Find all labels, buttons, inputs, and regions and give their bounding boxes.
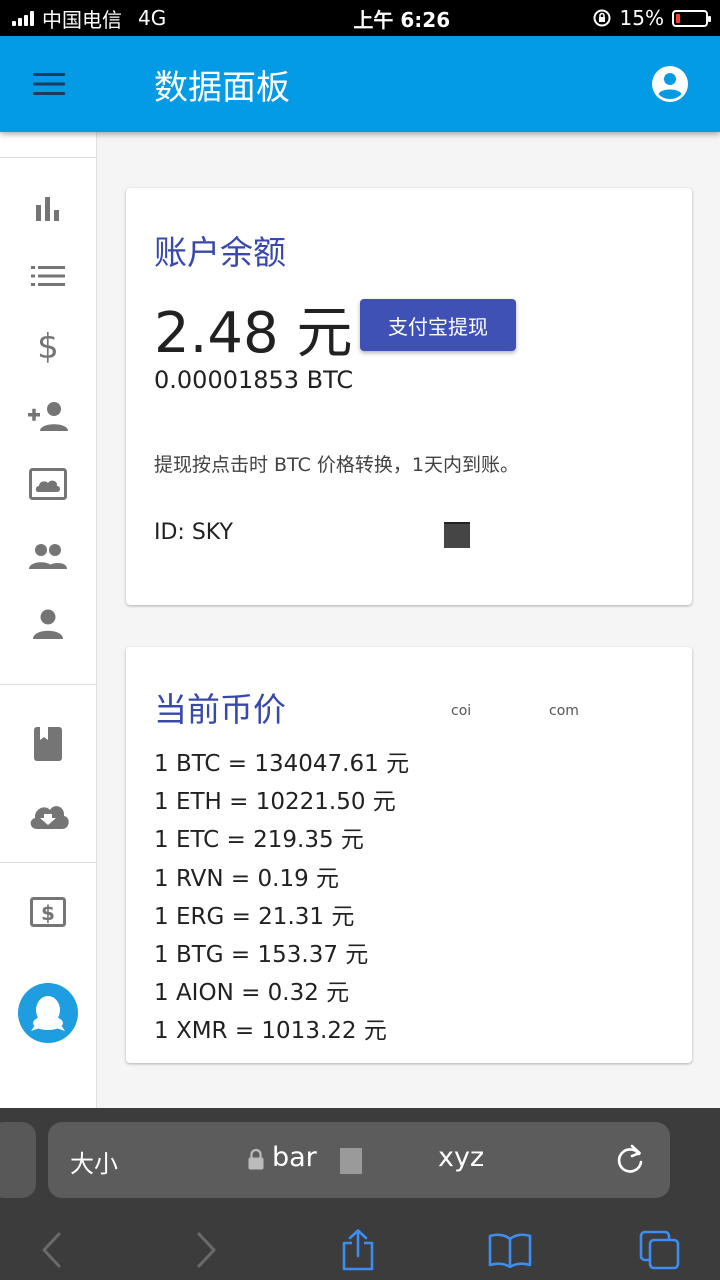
price-item: 1 RVN = 0.19 元 (154, 865, 340, 892)
nav-item-invite[interactable] (0, 386, 96, 446)
nav-drawer: $ $ (0, 132, 97, 1108)
status-bar: 中国电信 4G 上午 6:26 15% (0, 0, 720, 36)
nav-item-withdraw[interactable]: $ (0, 882, 96, 942)
qq-contact-button[interactable] (18, 983, 78, 1043)
battery-percent: 15% (619, 6, 664, 30)
page-title: 数据面板 (154, 67, 290, 108)
list-icon (31, 266, 65, 286)
redaction (234, 516, 430, 550)
account-id: ID: SKY (154, 520, 233, 545)
price-card: 当前币价 coi com 1 BTC = 134047.61 元 1 ETH =… (126, 647, 692, 1063)
carrier-group: 中国电信 4G (12, 4, 272, 33)
account-circle-icon (652, 66, 688, 102)
person-add-icon (28, 402, 68, 431)
battery-group: 15% (592, 6, 711, 30)
nav-item-team[interactable] (0, 526, 96, 586)
menu-icon (33, 73, 65, 95)
price-card-title: 当前币价 (154, 690, 286, 729)
price-item: 1 BTC = 134047.61 元 (154, 751, 410, 777)
balance-card: 账户余额 2.48 元 支付宝提现 0.00001853 BTC 提现按点击时 … (126, 188, 692, 605)
text-size-button[interactable]: 大小 (70, 1144, 118, 1179)
bookmarks-button[interactable] (480, 1222, 540, 1278)
people-icon (29, 544, 67, 569)
book-icon (34, 727, 62, 761)
svg-text:$: $ (37, 328, 59, 364)
withdraw-note: 提现按点击时 BTC 价格转换，1天内到账。 (154, 454, 519, 476)
bar-chart-icon (36, 197, 59, 221)
url-start: bar (272, 1142, 317, 1173)
text-size-label: 大小 (70, 1150, 118, 1178)
forward-icon (197, 1232, 216, 1268)
price-item: 1 ETC = 219.35 元 (154, 827, 364, 854)
app-bar: 数据面板 (0, 36, 720, 132)
carrier-name: 中国电信 (42, 7, 122, 32)
back-icon (42, 1232, 61, 1268)
price-item: 1 XMR = 1013.22 元 (154, 1018, 387, 1045)
browser-chrome: 大小 bar xyz (0, 1108, 720, 1280)
price-item: 1 ETH = 10221.50 元 (154, 789, 396, 816)
menu-button[interactable] (0, 36, 98, 132)
cloud-image-icon (29, 468, 67, 500)
back-button[interactable] (22, 1222, 82, 1278)
qr-square (444, 522, 470, 548)
battery-icon (672, 9, 711, 27)
previous-tab-edge[interactable] (0, 1122, 36, 1198)
drawer-divider (0, 862, 96, 863)
qq-icon (31, 996, 65, 1031)
clock: 上午 6:26 (353, 7, 451, 32)
nav-item-guide[interactable] (0, 714, 96, 774)
balance-card-title: 账户余额 (154, 233, 286, 272)
balance-amount: 2.48 元 (154, 301, 353, 366)
nav-item-profile[interactable] (0, 594, 96, 654)
nav-item-download[interactable] (0, 784, 96, 844)
dollar-icon: $ (37, 328, 59, 364)
forward-button[interactable] (176, 1222, 236, 1278)
svg-text:$: $ (41, 901, 55, 925)
price-source-fragment: com (549, 703, 579, 719)
rotation-lock-icon (593, 9, 611, 27)
drawer-divider (0, 157, 96, 158)
share-button[interactable] (328, 1222, 388, 1278)
nav-item-list[interactable] (0, 246, 96, 306)
phone-screen: 中国电信 4G 上午 6:26 15% 数据面板 $ $ 账户余额 2.48 元… (0, 0, 720, 1280)
account-button[interactable] (620, 36, 720, 132)
price-list: 1 BTC = 134047.61 元 1 ETH = 10221.50 元 1… (154, 745, 409, 1051)
nav-item-earnings[interactable]: $ (0, 316, 96, 376)
person-icon (33, 609, 63, 639)
price-item: 1 AION = 0.32 元 (154, 980, 350, 1007)
balance-btc: 0.00001853 BTC (154, 366, 354, 394)
url-redaction (366, 1146, 438, 1176)
url-redaction (340, 1148, 362, 1174)
tabs-button[interactable] (630, 1222, 690, 1278)
lock-icon (248, 1148, 264, 1170)
nav-item-cloud[interactable] (0, 454, 96, 514)
price-source-fragment: coi (451, 703, 472, 719)
network-type: 4G (138, 6, 167, 30)
price-item: 1 BTG = 153.37 元 (154, 941, 369, 968)
money-icon: $ (30, 897, 66, 927)
alipay-withdraw-button[interactable]: 支付宝提现 (360, 299, 516, 351)
nav-item-stats[interactable] (0, 178, 96, 238)
cloud-download-icon (30, 806, 69, 829)
price-item: 1 ERG = 21.31 元 (154, 903, 355, 930)
share-icon (342, 1229, 374, 1271)
signal-icon (12, 10, 34, 26)
bookmarks-icon (488, 1233, 532, 1268)
reload-icon[interactable] (614, 1142, 646, 1176)
url-end: xyz (438, 1142, 485, 1173)
drawer-divider (0, 684, 96, 685)
tabs-icon (639, 1230, 680, 1270)
address-bar[interactable]: 大小 bar xyz (48, 1122, 670, 1198)
